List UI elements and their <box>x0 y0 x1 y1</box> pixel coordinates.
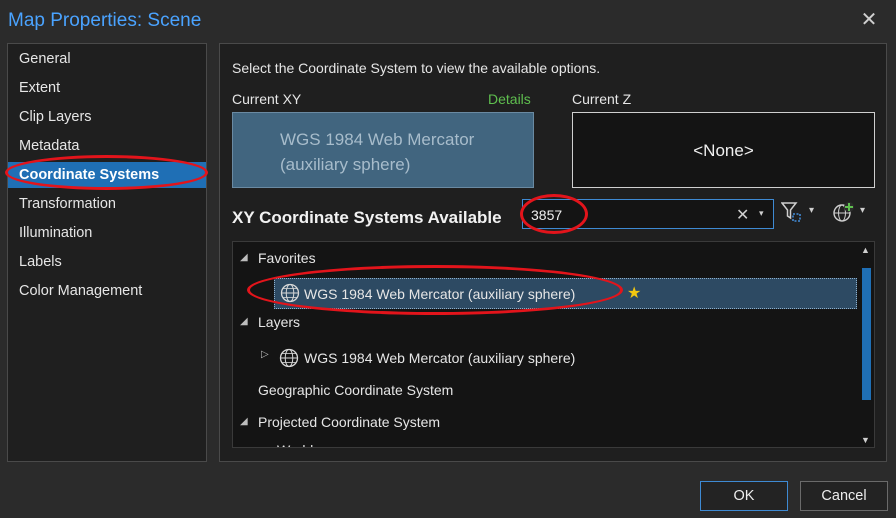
collapse-layers-icon[interactable]: ◢ <box>240 316 248 327</box>
cancel-button[interactable]: Cancel <box>800 481 888 511</box>
sidebar-item-coordinate-systems[interactable]: Coordinate Systems <box>8 162 206 188</box>
sidebar-item-clip-layers[interactable]: Clip Layers <box>8 104 206 130</box>
globe-icon <box>280 283 300 303</box>
current-z-label: Current Z <box>572 91 632 107</box>
globe-icon <box>279 348 299 368</box>
coordinate-systems-panel: Select the Coordinate System to view the… <box>219 43 887 462</box>
filter-icon <box>781 202 801 222</box>
filter-button[interactable]: ▾ <box>781 200 821 226</box>
favorite-star-icon[interactable]: ★ <box>627 283 641 303</box>
collapse-projected-icon[interactable]: ◢ <box>240 416 248 427</box>
coordinate-system-tree: ◢ Favorites WGS 1984 Web Mercator (auxil… <box>232 241 875 448</box>
current-z-box[interactable]: <None> <box>572 112 875 188</box>
sidebar-item-general[interactable]: General <box>8 46 206 72</box>
details-link[interactable]: Details <box>488 91 531 107</box>
add-coordinate-system-button[interactable]: ▾ <box>832 200 872 226</box>
tree-group-projected[interactable]: Projected Coordinate System <box>258 410 440 434</box>
layers-item-label[interactable]: WGS 1984 Web Mercator (auxiliary sphere) <box>304 346 575 370</box>
current-xy-label: Current XY <box>232 91 302 107</box>
current-xy-value: WGS 1984 Web Mercator (auxiliary sphere) <box>280 130 475 174</box>
tree-scrollbar[interactable]: ▲ ▼ <box>859 242 874 447</box>
current-xy-box[interactable]: WGS 1984 Web Mercator (auxiliary sphere) <box>232 112 534 188</box>
favorites-selected-row[interactable]: WGS 1984 Web Mercator (auxiliary sphere)… <box>274 278 857 309</box>
tree-group-favorites[interactable]: Favorites <box>258 246 316 270</box>
close-icon[interactable]: ✕ <box>854 7 884 33</box>
tree-item-cutoff[interactable]: World <box>277 438 313 447</box>
favorites-item-label: WGS 1984 Web Mercator (auxiliary sphere) <box>304 286 576 302</box>
sidebar-item-extent[interactable]: Extent <box>8 75 206 101</box>
sidebar-item-transformation[interactable]: Transformation <box>8 191 206 217</box>
ok-button[interactable]: OK <box>700 481 788 511</box>
sidebar-item-color-management[interactable]: Color Management <box>8 278 206 304</box>
search-input[interactable] <box>531 205 721 225</box>
current-z-value: <None> <box>693 141 754 160</box>
sidebar-item-illumination[interactable]: Illumination <box>8 220 206 246</box>
sidebar-item-labels[interactable]: Labels <box>8 249 206 275</box>
sidebar: General Extent Clip Layers Metadata Coor… <box>7 43 207 462</box>
filter-dropdown-icon: ▾ <box>809 205 815 216</box>
expand-layer-item-icon[interactable]: ▷ <box>261 349 269 360</box>
window-title: Map Properties: Scene <box>8 10 202 31</box>
sidebar-item-metadata[interactable]: Metadata <box>8 133 206 159</box>
add-dropdown-icon: ▾ <box>860 205 866 216</box>
collapse-favorites-icon[interactable]: ◢ <box>240 252 248 263</box>
tree-group-geographic[interactable]: Geographic Coordinate System <box>258 378 453 402</box>
clear-search-icon[interactable]: ✕ <box>736 205 749 225</box>
scroll-down-icon[interactable]: ▼ <box>861 435 870 445</box>
scroll-up-icon[interactable]: ▲ <box>861 245 870 255</box>
title-bar: Map Properties: Scene ✕ <box>0 0 896 44</box>
scrollbar-thumb[interactable] <box>862 268 871 400</box>
available-heading: XY Coordinate Systems Available <box>232 208 502 227</box>
tree-group-layers[interactable]: Layers <box>258 310 300 334</box>
add-globe-icon <box>833 202 854 222</box>
search-box: ✕ ▾ <box>522 199 774 229</box>
search-dropdown-icon[interactable]: ▾ <box>759 208 764 219</box>
instruction-text: Select the Coordinate System to view the… <box>232 60 601 76</box>
